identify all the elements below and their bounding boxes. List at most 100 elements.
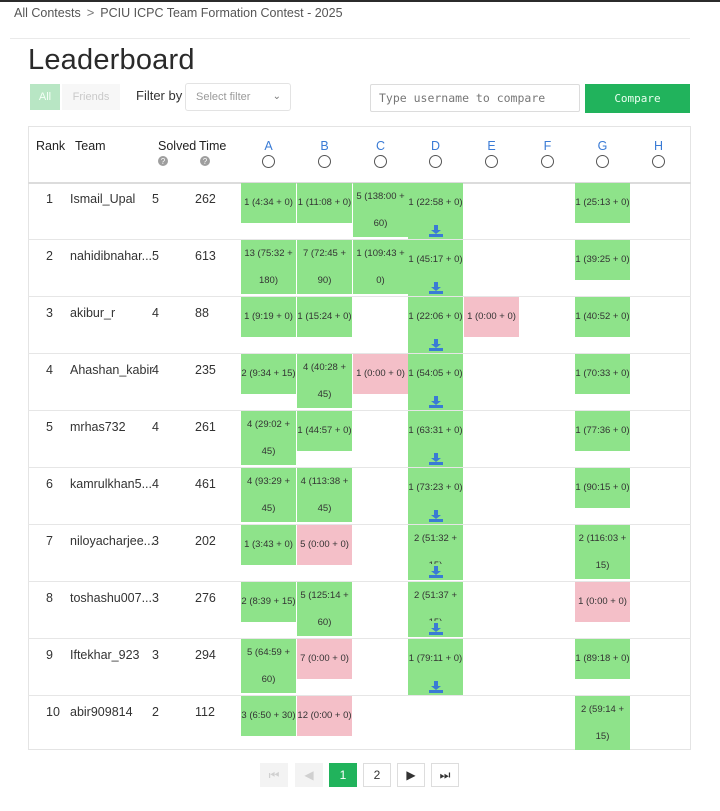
submission-text: 1 (109:43 + [356, 248, 405, 259]
problem-header-h[interactable]: H [649, 139, 669, 153]
submission-text: 4 (40:28 + [302, 362, 347, 373]
problem-header-b[interactable]: B [315, 139, 335, 153]
submission-cell-g[interactable]: 1 (39:25 + 0) [575, 240, 630, 280]
submission-cell-b[interactable]: 4 (113:38 + 45) [297, 468, 352, 522]
breadcrumb-current: PCIU ICPC Team Formation Contest - 2025 [100, 5, 343, 20]
submission-cell-a[interactable]: 1 (4:34 + 0) [241, 183, 296, 223]
submission-cell-a[interactable]: 4 (93:29 + 45) [241, 468, 296, 522]
submission-cell-a[interactable]: 5 (64:59 + 60) [241, 639, 296, 693]
submission-cell-b[interactable]: 1 (44:57 + 0) [297, 411, 352, 451]
team-name[interactable]: toshashu007... [70, 591, 152, 605]
help-circle-icon[interactable]: ? [158, 156, 168, 166]
submission-cell-c[interactable]: 1 (0:00 + 0) [353, 354, 408, 394]
problem-radio-e[interactable] [485, 155, 498, 168]
toggle-friends[interactable]: Friends [62, 84, 120, 110]
submission-text: 5 (125:14 + [300, 590, 349, 601]
problem-radio-a[interactable] [262, 155, 275, 168]
submission-cell-b[interactable]: 12 (0:00 + 0) [297, 696, 352, 736]
submission-cell-g[interactable]: 2 (116:03 + 15) [575, 525, 630, 579]
submission-cell-b[interactable]: 7 (0:00 + 0) [297, 639, 352, 679]
submission-cell-a[interactable]: 1 (9:19 + 0) [241, 297, 296, 337]
compare-username-input[interactable] [370, 84, 580, 112]
compare-button[interactable]: Compare [585, 84, 690, 113]
team-name[interactable]: kamrulkhan5... [70, 477, 152, 491]
first-page-button[interactable]: ⏮ [260, 763, 288, 787]
column-header-solved: Solved [158, 139, 197, 153]
submission-cell-g[interactable]: 1 (25:13 + 0) [575, 183, 630, 223]
problem-radio-f[interactable] [541, 155, 554, 168]
submission-cell-d[interactable]: 1 (54:05 + 0) [408, 354, 463, 394]
submission-cell-b[interactable]: 7 (72:45 + 90) [297, 240, 352, 294]
submission-cell-g[interactable]: 1 (0:00 + 0) [575, 582, 630, 622]
page-2-button[interactable]: 2 [363, 763, 391, 787]
download-icon[interactable] [408, 280, 463, 296]
submission-text: 1 (40:52 + 0) [575, 311, 630, 322]
team-name[interactable]: abir909814 [70, 705, 133, 719]
submission-text: 60) [317, 617, 332, 628]
submission-cell-g[interactable]: 1 (90:15 + 0) [575, 468, 630, 508]
problem-header-e[interactable]: E [482, 139, 502, 153]
download-icon[interactable] [408, 451, 463, 467]
download-icon[interactable] [408, 679, 463, 695]
submission-cell-e[interactable]: 1 (0:00 + 0) [464, 297, 519, 337]
submission-cell-b[interactable]: 5 (125:14 + 60) [297, 582, 352, 636]
submission-cell-b[interactable]: 1 (15:24 + 0) [297, 297, 352, 337]
page-1-button[interactable]: 1 [329, 763, 357, 787]
submission-cell-c[interactable]: 1 (109:43 + 0) [353, 240, 408, 294]
next-page-button[interactable]: ▶ [397, 763, 425, 787]
submission-cell-b[interactable]: 5 (0:00 + 0) [297, 525, 352, 565]
submission-cell-d[interactable]: 1 (79:11 + 0) [408, 639, 463, 679]
download-icon[interactable] [408, 621, 463, 637]
submission-cell-a[interactable]: 13 (75:32 + 180) [241, 240, 296, 294]
problem-header-g[interactable]: G [593, 139, 613, 153]
problem-radio-g[interactable] [596, 155, 609, 168]
submission-cell-a[interactable]: 2 (8:39 + 15) [241, 582, 296, 622]
submission-cell-a[interactable]: 2 (9:34 + 15) [241, 354, 296, 394]
download-icon[interactable] [408, 564, 463, 580]
submission-cell-g[interactable]: 1 (70:33 + 0) [575, 354, 630, 394]
submission-cell-d[interactable]: 1 (45:17 + 0) [408, 240, 463, 280]
submission-cell-d[interactable]: 1 (22:58 + 0) [408, 183, 463, 223]
download-icon[interactable] [408, 223, 463, 239]
submission-cell-g[interactable]: 1 (77:36 + 0) [575, 411, 630, 451]
team-name[interactable]: Ismail_Upal [70, 192, 135, 206]
submission-cell-g[interactable]: 1 (89:18 + 0) [575, 639, 630, 679]
submission-cell-b[interactable]: 1 (11:08 + 0) [297, 183, 352, 223]
submission-cell-d[interactable]: 1 (73:23 + 0) [408, 468, 463, 508]
submission-cell-a[interactable]: 1 (3:43 + 0) [241, 525, 296, 565]
problem-header-d[interactable]: D [426, 139, 446, 153]
problem-radio-h[interactable] [652, 155, 665, 168]
toggle-all[interactable]: All [30, 84, 60, 110]
prev-page-button[interactable]: ◀ [295, 763, 323, 787]
download-icon[interactable] [408, 508, 463, 524]
team-name[interactable]: Ahashan_kabir [70, 363, 153, 377]
download-icon[interactable] [408, 394, 463, 410]
problem-header-c[interactable]: C [371, 139, 391, 153]
breadcrumb-all-contests[interactable]: All Contests [14, 6, 81, 20]
submission-cell-a[interactable]: 3 (6:50 + 30) [241, 696, 296, 736]
submission-cell-c[interactable]: 5 (138:00 + 60) [353, 183, 408, 237]
team-name[interactable]: nahidibnahar... [70, 249, 152, 263]
penalty-time: 112 [195, 705, 215, 719]
team-name[interactable]: akibur_r [70, 306, 115, 320]
team-name[interactable]: Iftekhar_923 [70, 648, 140, 662]
submission-cell-a[interactable]: 4 (29:02 + 45) [241, 411, 296, 465]
team-name[interactable]: mrhas732 [70, 420, 126, 434]
filter-select[interactable]: Select filter ⌄ [185, 83, 291, 111]
submission-cell-b[interactable]: 4 (40:28 + 45) [297, 354, 352, 408]
last-page-button[interactable]: ⏭ [431, 763, 459, 787]
problem-header-f[interactable]: F [538, 139, 558, 153]
submission-text: 1 (77:36 + 0) [575, 425, 630, 436]
submission-cell-d[interactable]: 1 (63:31 + 0) [408, 411, 463, 451]
download-icon[interactable] [408, 337, 463, 353]
team-name[interactable]: niloyacharjee... [70, 534, 154, 548]
submission-cell-d[interactable]: 1 (22:06 + 0) [408, 297, 463, 337]
problem-radio-b[interactable] [318, 155, 331, 168]
help-circle-icon[interactable]: ? [200, 156, 210, 166]
submission-cell-g[interactable]: 1 (40:52 + 0) [575, 297, 630, 337]
problem-radio-c[interactable] [374, 155, 387, 168]
submission-cell-g[interactable]: 2 (59:14 + 15) [575, 696, 630, 750]
problem-radio-d[interactable] [429, 155, 442, 168]
problem-header-a[interactable]: A [259, 139, 279, 153]
submission-text: 1 (54:05 + 0) [408, 368, 463, 379]
